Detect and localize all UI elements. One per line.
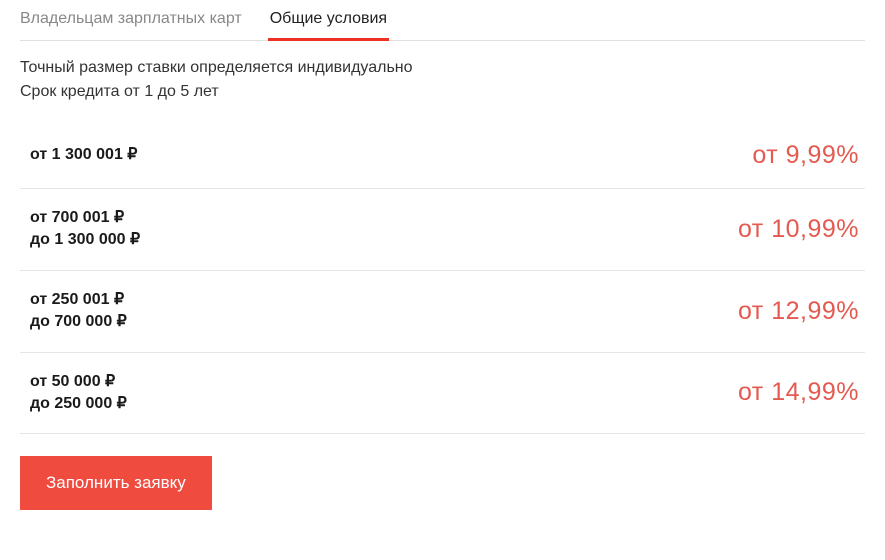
range-from: от 50 000 ₽: [30, 371, 127, 393]
range-to: до 250 000 ₽: [30, 393, 127, 415]
range-from: от 1 300 001 ₽: [30, 144, 137, 166]
rate-value: от 10,99%: [738, 215, 859, 244]
amount-range: от 250 001 ₽ до 700 000 ₽: [30, 289, 127, 334]
range-to: до 1 300 000 ₽: [30, 229, 140, 251]
intro-term: Срок кредита от 1 до 5 лет: [20, 83, 865, 101]
range-to: до 700 000 ₽: [30, 311, 127, 333]
amount-range: от 50 000 ₽ до 250 000 ₽: [30, 371, 127, 416]
intro-rate: Точный размер ставки определяется индиви…: [20, 59, 865, 77]
table-row: от 1 300 001 ₽ от 9,99%: [20, 123, 865, 189]
rate-value: от 14,99%: [738, 378, 859, 407]
range-from: от 250 001 ₽: [30, 289, 127, 311]
table-row: от 700 001 ₽ до 1 300 000 ₽ от 10,99%: [20, 189, 865, 271]
table-row: от 250 001 ₽ до 700 000 ₽ от 12,99%: [20, 271, 865, 353]
tab-general-conditions[interactable]: Общие условия: [270, 0, 387, 40]
amount-range: от 1 300 001 ₽: [30, 144, 137, 166]
amount-range: от 700 001 ₽ до 1 300 000 ₽: [30, 207, 140, 252]
apply-button[interactable]: Заполнить заявку: [20, 456, 212, 510]
table-row: от 50 000 ₽ до 250 000 ₽ от 14,99%: [20, 353, 865, 435]
rate-value: от 12,99%: [738, 297, 859, 326]
rate-value: от 9,99%: [752, 141, 859, 170]
range-from: от 700 001 ₽: [30, 207, 140, 229]
tab-salary-card-owners[interactable]: Владельцам зарплатных карт: [20, 0, 242, 40]
tabs: Владельцам зарплатных карт Общие условия: [20, 0, 865, 41]
rate-table: от 1 300 001 ₽ от 9,99% от 700 001 ₽ до …: [20, 123, 865, 434]
